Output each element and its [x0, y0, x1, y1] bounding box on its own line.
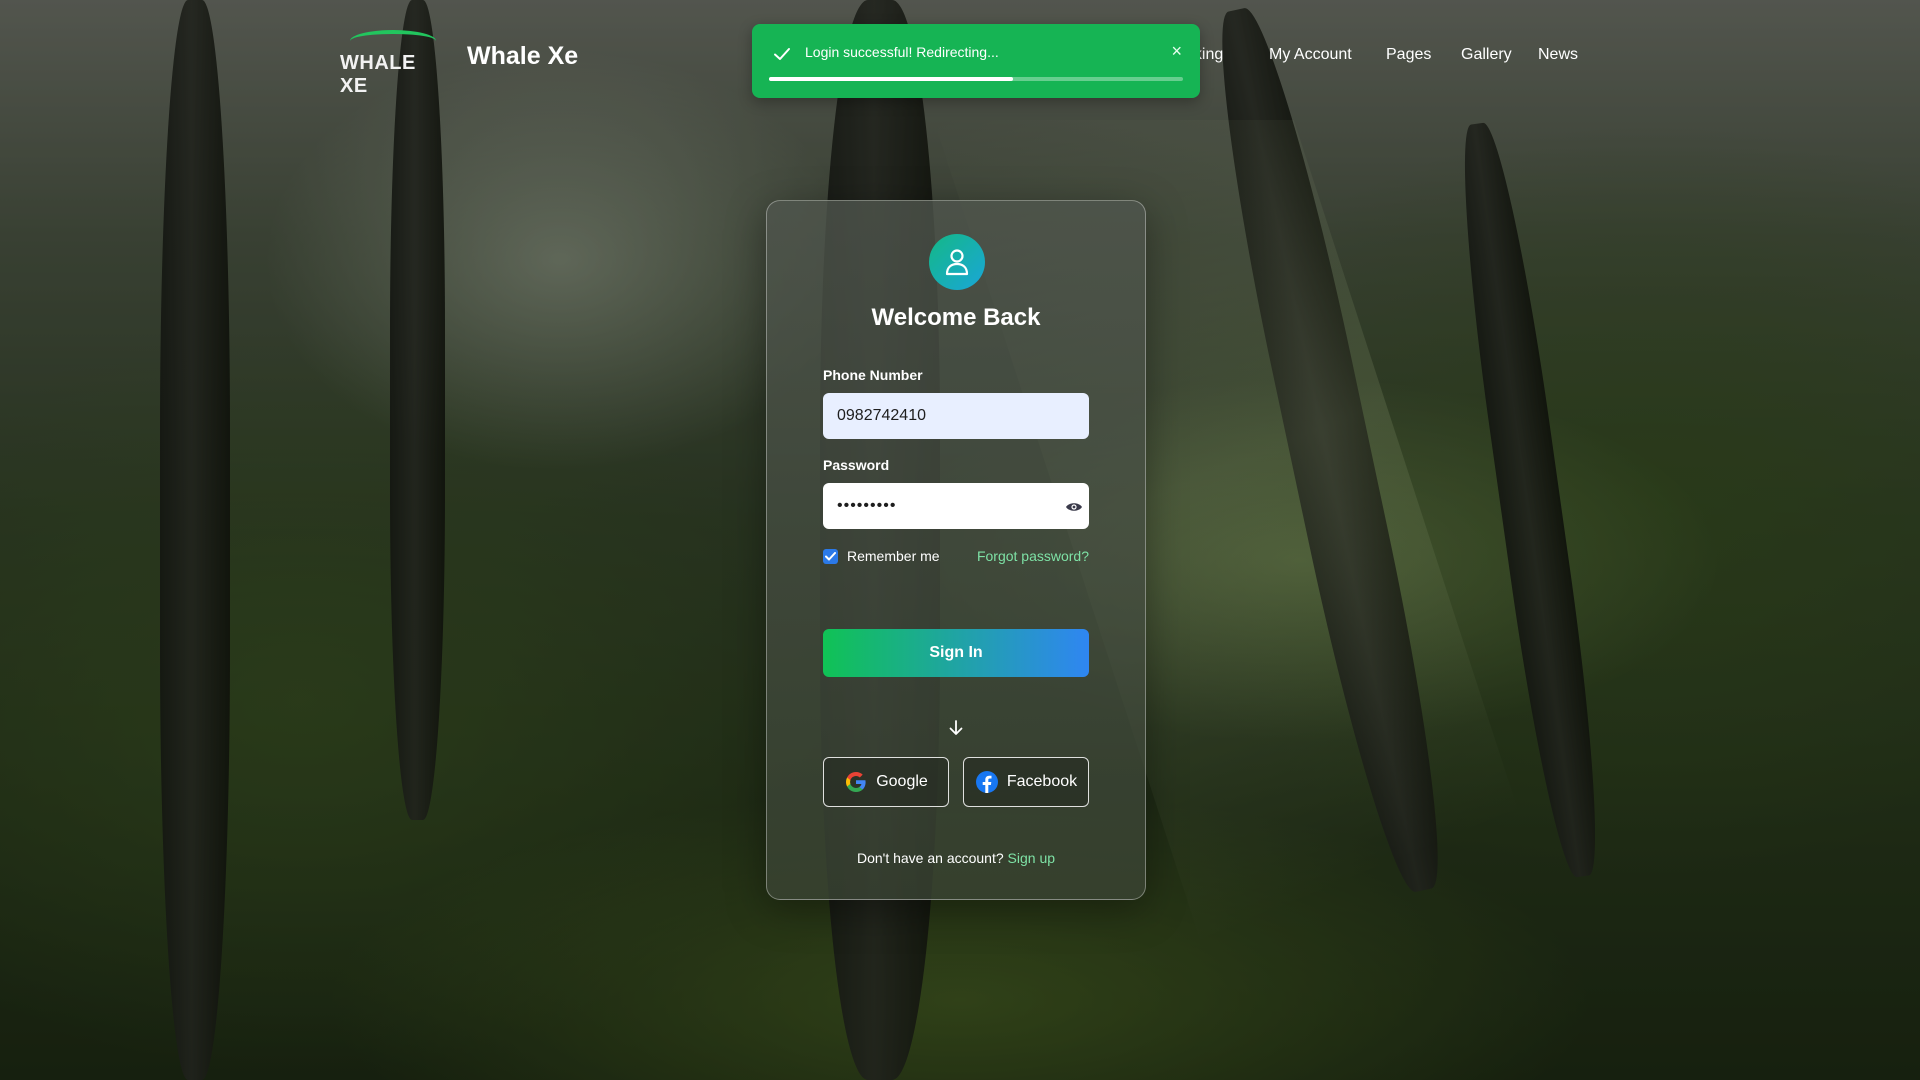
signup-prompt: Don't have an account? Sign up: [767, 850, 1145, 866]
logo-car-arc: [350, 30, 436, 52]
sign-in-button[interactable]: Sign In: [823, 629, 1089, 677]
remember-me[interactable]: Remember me: [823, 548, 940, 564]
eye-icon[interactable]: [1065, 501, 1083, 513]
remember-label: Remember me: [847, 548, 940, 564]
phone-input[interactable]: [823, 393, 1089, 439]
logo-text: WHALE XE: [340, 52, 416, 97]
brand-name[interactable]: Whale Xe: [467, 42, 578, 71]
arrow-down-icon: [949, 720, 963, 735]
facebook-login-button[interactable]: Facebook: [963, 757, 1089, 807]
nav-item-pages[interactable]: Pages: [1386, 46, 1431, 64]
login-title: Welcome Back: [871, 304, 1041, 331]
password-label: Password: [823, 457, 890, 473]
user-glyph: [945, 249, 969, 276]
login-success-toast: Login successful! Redirecting... ×: [752, 24, 1200, 98]
nav-item-gallery[interactable]: Gallery: [1461, 46, 1512, 64]
facebook-label: Facebook: [1006, 773, 1078, 790]
close-icon[interactable]: ×: [1171, 41, 1182, 62]
remember-checkbox[interactable]: [823, 548, 838, 564]
login-card: Welcome Back Phone Number Password Remem…: [766, 200, 1146, 900]
signup-link[interactable]: Sign up: [1008, 850, 1055, 866]
toast-message: Login successful! Redirecting...: [805, 44, 999, 60]
nav-item-news[interactable]: News: [1538, 46, 1578, 64]
facebook-icon: [975, 771, 998, 793]
toast-progress-track: [769, 77, 1183, 81]
password-input[interactable]: [823, 483, 1089, 529]
brand-logo[interactable]: WHALE XE: [340, 30, 448, 97]
checkmark-icon: [825, 551, 836, 560]
phone-label: Phone Number: [823, 367, 923, 383]
google-icon: [846, 772, 866, 792]
toast-progress-fill: [769, 77, 1014, 81]
user-icon: [929, 234, 985, 290]
google-login-button[interactable]: Google: [823, 757, 949, 807]
signup-prompt-text: Don't have an account?: [856, 850, 1004, 866]
google-label: Google: [876, 773, 928, 790]
check-icon: [774, 48, 790, 60]
forgot-password-link[interactable]: Forgot password?: [977, 548, 1089, 564]
nav-item-my-account[interactable]: My Account: [1269, 46, 1352, 64]
